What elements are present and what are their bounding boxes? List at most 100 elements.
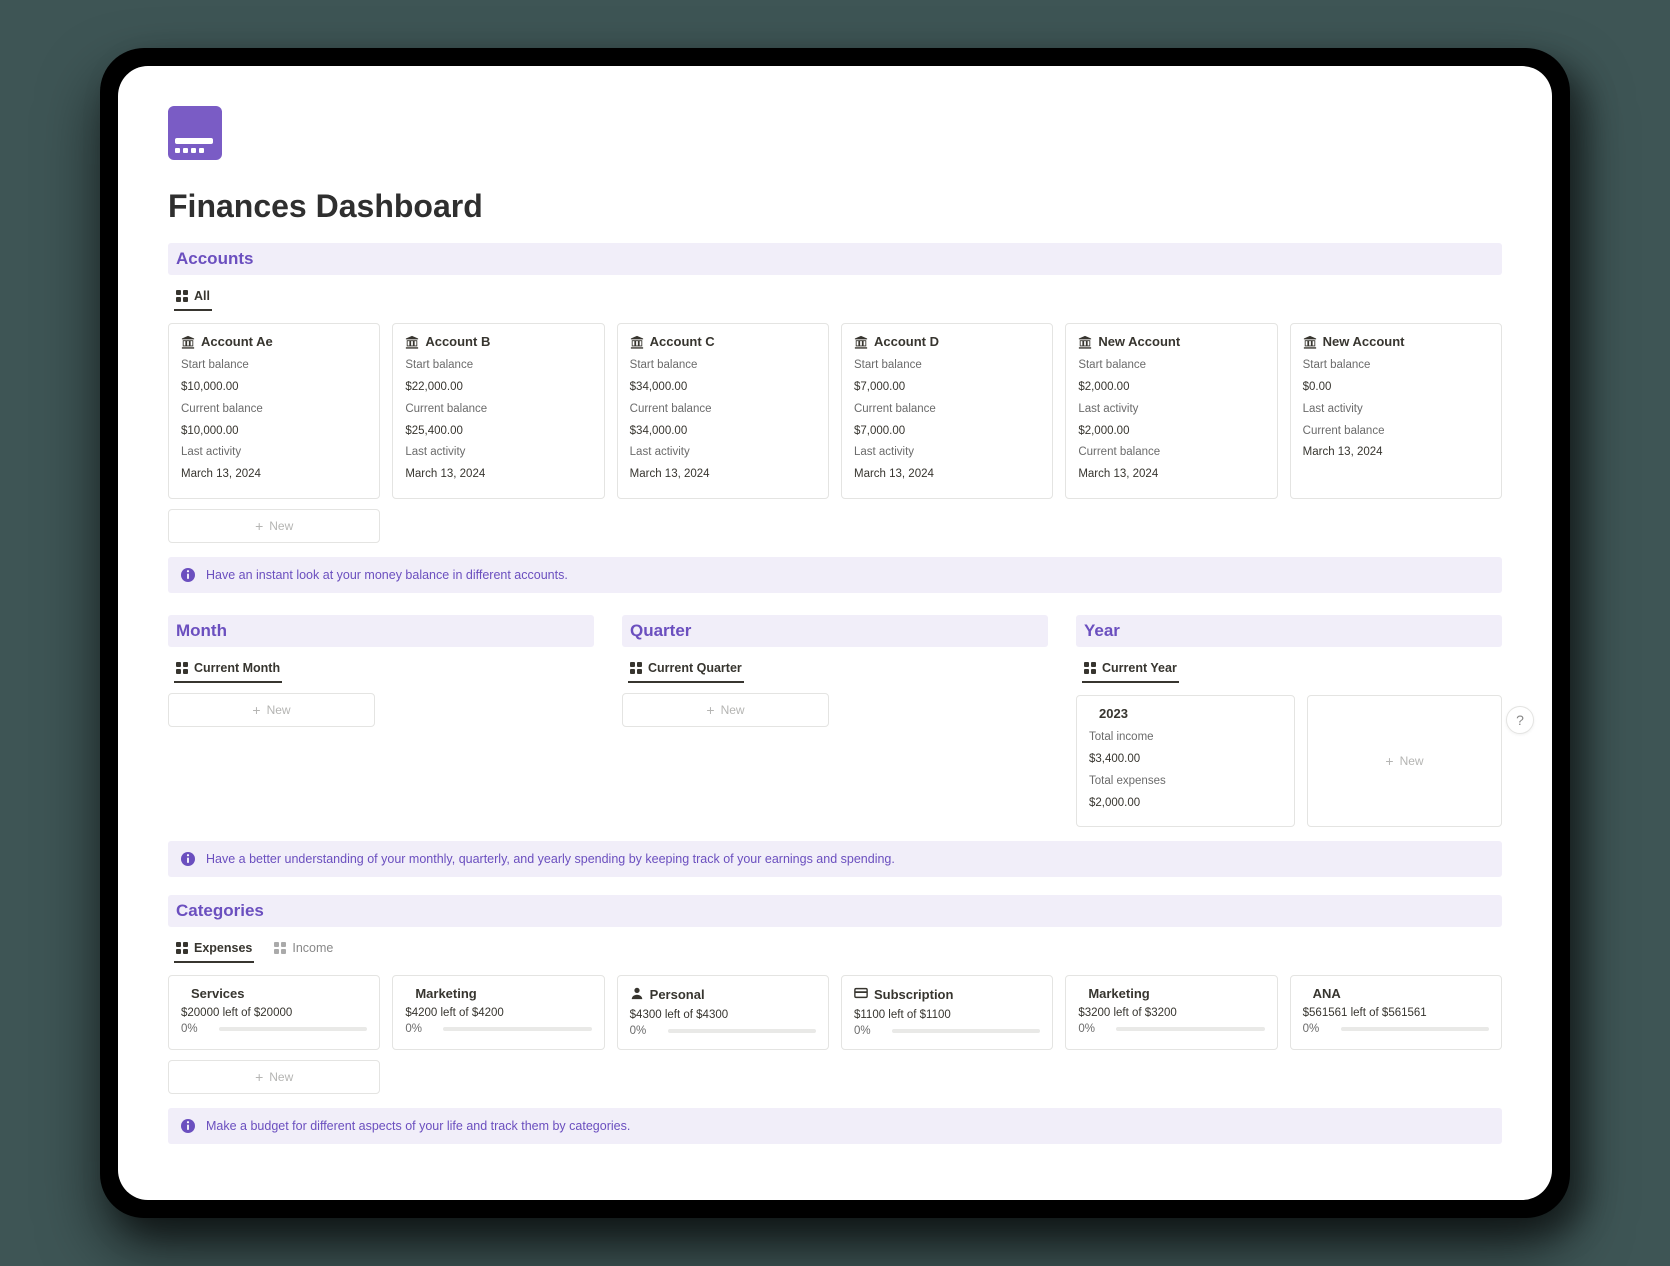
quarter-new-button[interactable]: + New bbox=[622, 693, 829, 727]
category-progress: 0% bbox=[181, 1023, 367, 1035]
progress-bar bbox=[1341, 1027, 1489, 1031]
category-pct: 0% bbox=[1303, 1023, 1333, 1035]
year-new-button[interactable]: + New bbox=[1307, 695, 1502, 827]
categories-callout-text: Make a budget for different aspects of y… bbox=[206, 1119, 630, 1133]
income-value: $3,400.00 bbox=[1089, 749, 1282, 771]
accounts-row: Account AeStart balance$10,000.00Current… bbox=[168, 323, 1502, 499]
bank-icon bbox=[630, 335, 644, 349]
categories-new-button[interactable]: + New bbox=[168, 1060, 380, 1094]
category-name: Personal bbox=[650, 987, 705, 1002]
account-card[interactable]: Account AeStart balance$10,000.00Current… bbox=[168, 323, 380, 499]
bank-icon bbox=[1078, 335, 1092, 349]
progress-bar bbox=[892, 1029, 1040, 1033]
gallery-icon bbox=[274, 942, 286, 954]
help-button[interactable]: ? bbox=[1506, 706, 1534, 734]
account-card[interactable]: New AccountStart balance$0.00Last activi… bbox=[1290, 323, 1502, 499]
bank-icon bbox=[854, 335, 868, 349]
plus-icon: + bbox=[255, 519, 263, 533]
category-name: ANA bbox=[1313, 986, 1341, 1001]
plus-icon: + bbox=[1385, 754, 1393, 768]
tab-income[interactable]: Income bbox=[272, 935, 335, 963]
category-pct: 0% bbox=[630, 1025, 660, 1037]
bank-icon bbox=[181, 335, 195, 349]
income-label: Total income bbox=[1089, 731, 1154, 743]
month-header: Month bbox=[168, 615, 594, 647]
month-col: Month Current Month + New bbox=[168, 601, 594, 827]
account-card[interactable]: Account CStart balance$34,000.00Current … bbox=[617, 323, 829, 499]
gallery-icon bbox=[176, 290, 188, 302]
page: Finances Dashboard Accounts All Account … bbox=[118, 66, 1552, 1174]
new-label: New bbox=[721, 703, 745, 717]
category-card[interactable]: Marketing$4200 left of $42000% bbox=[392, 975, 604, 1050]
category-card[interactable]: ANA$561561 left of $5615610% bbox=[1290, 975, 1502, 1050]
year-header: Year bbox=[1076, 615, 1502, 647]
category-name: Marketing bbox=[1088, 986, 1149, 1001]
period-callout: Have a better understanding of your mont… bbox=[168, 841, 1502, 877]
new-label: New bbox=[1400, 754, 1424, 768]
category-name: Services bbox=[191, 986, 245, 1001]
new-label: New bbox=[269, 1070, 293, 1084]
quarter-col: Quarter Current Quarter + Ne bbox=[622, 601, 1048, 827]
accounts-tabs: All bbox=[168, 283, 1502, 311]
account-name: Account Ae bbox=[201, 334, 273, 349]
progress-bar bbox=[443, 1027, 591, 1031]
tab-expenses[interactable]: Expenses bbox=[174, 935, 254, 963]
year-card[interactable]: 2023 Total income $3,400.00 Total expens… bbox=[1076, 695, 1295, 827]
category-progress: 0% bbox=[1303, 1023, 1489, 1035]
year-card-title: 2023 bbox=[1089, 706, 1282, 721]
category-progress: 0% bbox=[854, 1025, 1040, 1037]
account-name: Account B bbox=[425, 334, 490, 349]
account-card[interactable]: Account BStart balance$22,000.00Current … bbox=[392, 323, 604, 499]
category-card[interactable]: Marketing $3200 left of $3200 0% bbox=[1065, 975, 1277, 1050]
info-icon bbox=[180, 567, 196, 583]
account-name: Account D bbox=[874, 334, 939, 349]
categories-title: Categories bbox=[176, 901, 1494, 921]
tab-current-year[interactable]: Current Year bbox=[1082, 655, 1179, 683]
new-label: New bbox=[269, 519, 293, 533]
category-pct: 0% bbox=[854, 1025, 884, 1037]
account-card[interactable]: Account DStart balance$7,000.00Current b… bbox=[841, 323, 1053, 499]
quarter-title: Quarter bbox=[630, 621, 1040, 641]
help-label: ? bbox=[1516, 712, 1524, 728]
tab-current-month[interactable]: Current Month bbox=[174, 655, 282, 683]
period-callout-text: Have a better understanding of your mont… bbox=[206, 852, 895, 866]
page-title: Finances Dashboard bbox=[168, 188, 1502, 225]
month-title: Month bbox=[176, 621, 586, 641]
tab-current-quarter[interactable]: Current Quarter bbox=[628, 655, 744, 683]
info-icon bbox=[180, 851, 196, 867]
category-budget: $1100 left of $1100 bbox=[854, 1009, 1040, 1021]
tab-current-month-label: Current Month bbox=[194, 661, 280, 675]
tab-expenses-label: Expenses bbox=[194, 941, 252, 955]
expenses-label: Total expenses bbox=[1089, 775, 1166, 787]
tab-all[interactable]: All bbox=[174, 283, 212, 311]
account-name: New Account bbox=[1323, 334, 1405, 349]
gallery-icon bbox=[630, 662, 642, 674]
month-new-button[interactable]: + New bbox=[168, 693, 375, 727]
quarter-header: Quarter bbox=[622, 615, 1048, 647]
category-budget: $4300 left of $4300 bbox=[630, 1009, 816, 1021]
year-col: Year Current Year 2023 Total bbox=[1076, 601, 1502, 827]
account-name: New Account bbox=[1098, 334, 1180, 349]
gallery-icon bbox=[1084, 662, 1096, 674]
category-budget: $4200 left of $4200 bbox=[405, 1007, 591, 1019]
accounts-header: Accounts bbox=[168, 243, 1502, 275]
category-progress: 0% bbox=[405, 1023, 591, 1035]
accounts-callout: Have an instant look at your money balan… bbox=[168, 557, 1502, 593]
tab-all-label: All bbox=[194, 289, 210, 303]
card-icon bbox=[854, 986, 868, 1003]
accounts-new-button[interactable]: + New bbox=[168, 509, 380, 543]
new-label: New bbox=[267, 703, 291, 717]
category-card[interactable]: Personal $4300 left of $4300 0% bbox=[617, 975, 829, 1050]
categories-row: Services$20000 left of $200000% Marketing… bbox=[168, 975, 1502, 1050]
year-title: Year bbox=[1084, 621, 1494, 641]
accounts-callout-text: Have an instant look at your money balan… bbox=[206, 568, 568, 582]
account-card[interactable]: New AccountStart balance$2,000.00Last ac… bbox=[1065, 323, 1277, 499]
categories-header: Categories bbox=[168, 895, 1502, 927]
category-budget: $3200 left of $3200 bbox=[1078, 1007, 1264, 1019]
progress-bar bbox=[1116, 1027, 1264, 1031]
category-card[interactable]: Subscription$1100 left of $11000% bbox=[841, 975, 1053, 1050]
category-progress: 0% bbox=[1078, 1023, 1264, 1035]
category-card[interactable]: Services$20000 left of $200000% bbox=[168, 975, 380, 1050]
app-icon bbox=[168, 106, 222, 160]
category-progress: 0% bbox=[630, 1025, 816, 1037]
